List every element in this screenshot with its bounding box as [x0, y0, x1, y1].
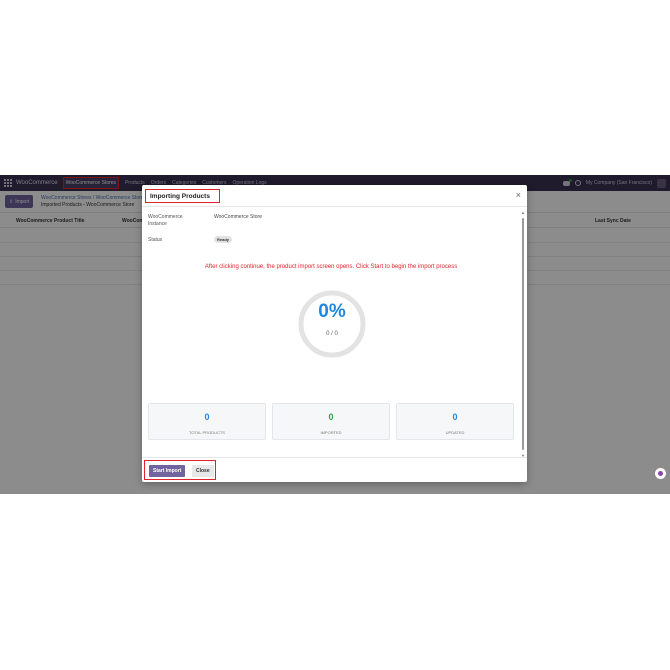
- scroll-up-icon[interactable]: ▲: [521, 210, 525, 215]
- dialog-footer: Start Import Close: [142, 457, 527, 482]
- dialog-header: Importing Products ×: [142, 185, 527, 207]
- info-message: After clicking continue, the product imp…: [204, 264, 458, 270]
- footer-actions: Start Import Close: [144, 460, 216, 480]
- progress-ring: [298, 290, 366, 358]
- progress-percent: 0%: [318, 301, 346, 322]
- status-label: Status: [148, 237, 163, 243]
- stat-imported-value: 0: [328, 412, 334, 422]
- close-button[interactable]: Close: [192, 465, 214, 477]
- import-products-dialog: Importing Products × WooCommerce Instanc…: [142, 185, 527, 482]
- close-icon[interactable]: ×: [516, 191, 521, 200]
- stat-imported-label: IMPORTED: [320, 430, 342, 435]
- stat-card-imported: 0 IMPORTED: [272, 403, 390, 440]
- instance-label: WooCommerce Instance: [148, 214, 183, 227]
- stat-updated-label: UPDATED: [445, 430, 465, 435]
- assistant-bubble-button[interactable]: [655, 468, 666, 479]
- assistant-icon: [658, 471, 663, 476]
- start-import-button[interactable]: Start Import: [149, 465, 186, 477]
- stat-card-total: 0 TOTAL PRODUCTS: [148, 403, 266, 440]
- app-stage: WooCommerce WooCommerce Stores Products …: [0, 175, 670, 494]
- instance-value: WooCommerce Store: [214, 214, 262, 220]
- dialog-title: Importing Products: [145, 189, 220, 203]
- progress-fraction: 0 / 0: [326, 331, 338, 337]
- stat-card-updated: 0 UPDATED: [396, 403, 514, 440]
- stat-total-label: TOTAL PRODUCTS: [189, 430, 225, 435]
- scroll-thumb[interactable]: [522, 218, 524, 450]
- status-badge: Ready: [214, 236, 233, 243]
- dialog-scrollbar[interactable]: ▲ ▼: [521, 210, 525, 460]
- stat-total-value: 0: [204, 412, 210, 422]
- stat-updated-value: 0: [452, 412, 458, 422]
